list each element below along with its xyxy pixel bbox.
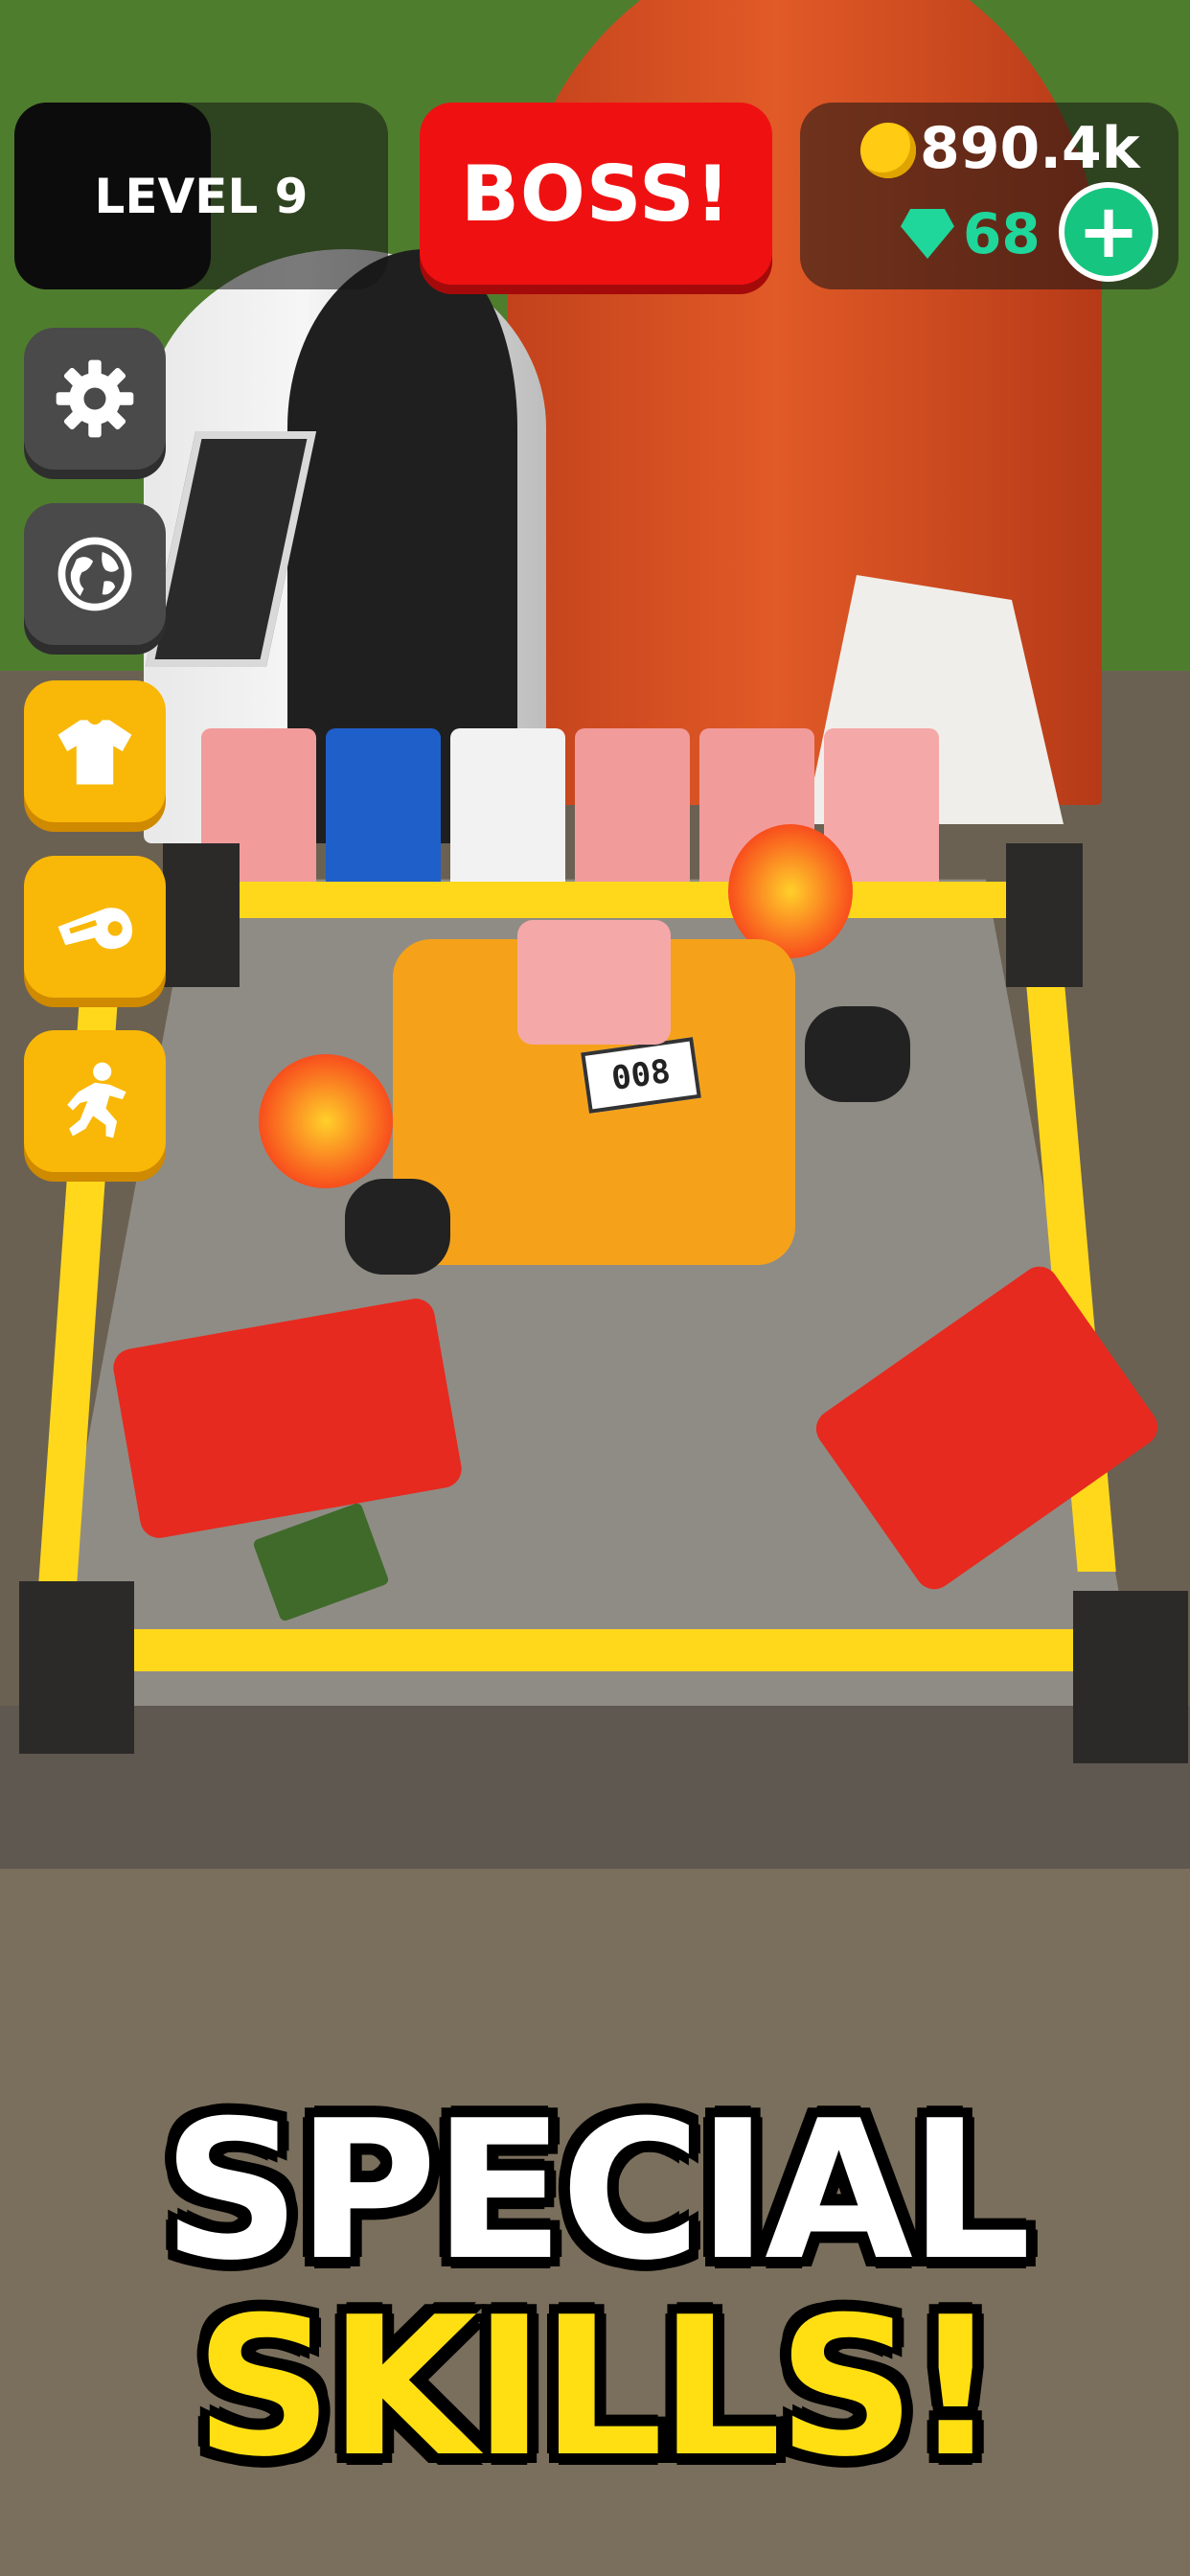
settings-button[interactable] xyxy=(24,328,166,470)
add-gems-button[interactable]: + xyxy=(1059,182,1158,282)
coin-balance: 890.4k xyxy=(920,115,1140,182)
outfit-button[interactable] xyxy=(24,680,166,822)
world-button[interactable] xyxy=(24,503,166,645)
promo-headline-line1: SPECIAL xyxy=(162,2080,1032,2303)
promo-headline-line2: SKILLS! xyxy=(195,2276,999,2499)
player-fighter-head xyxy=(517,920,671,1045)
level-label: LEVEL 9 xyxy=(94,168,309,224)
gear-icon xyxy=(56,359,134,438)
shirt-icon xyxy=(57,720,132,785)
fire-punch-effect xyxy=(259,1054,393,1188)
player-glove xyxy=(345,1179,450,1275)
fire-punch-effect xyxy=(728,824,853,958)
level-panel: LEVEL 9 xyxy=(14,103,388,289)
whistle-icon xyxy=(57,908,132,950)
ring-rope-front xyxy=(105,1629,1092,1671)
coin-icon xyxy=(860,123,916,178)
boss-button[interactable]: BOSS! xyxy=(420,103,772,285)
player-glove xyxy=(805,1006,910,1102)
ring-base xyxy=(0,1706,1190,1869)
ring-post xyxy=(19,1581,134,1754)
globe-icon xyxy=(57,537,132,611)
ring-rope-back xyxy=(192,882,1016,918)
ring-post xyxy=(1006,843,1083,987)
ring-post xyxy=(1073,1591,1188,1763)
ring-post xyxy=(163,843,240,987)
fighter-number: 008 xyxy=(581,1037,701,1114)
boxer-icon xyxy=(67,1062,126,1138)
fighter-button[interactable] xyxy=(24,1030,166,1172)
coach-button[interactable] xyxy=(24,856,166,998)
gem-balance: 68 xyxy=(963,201,1041,266)
